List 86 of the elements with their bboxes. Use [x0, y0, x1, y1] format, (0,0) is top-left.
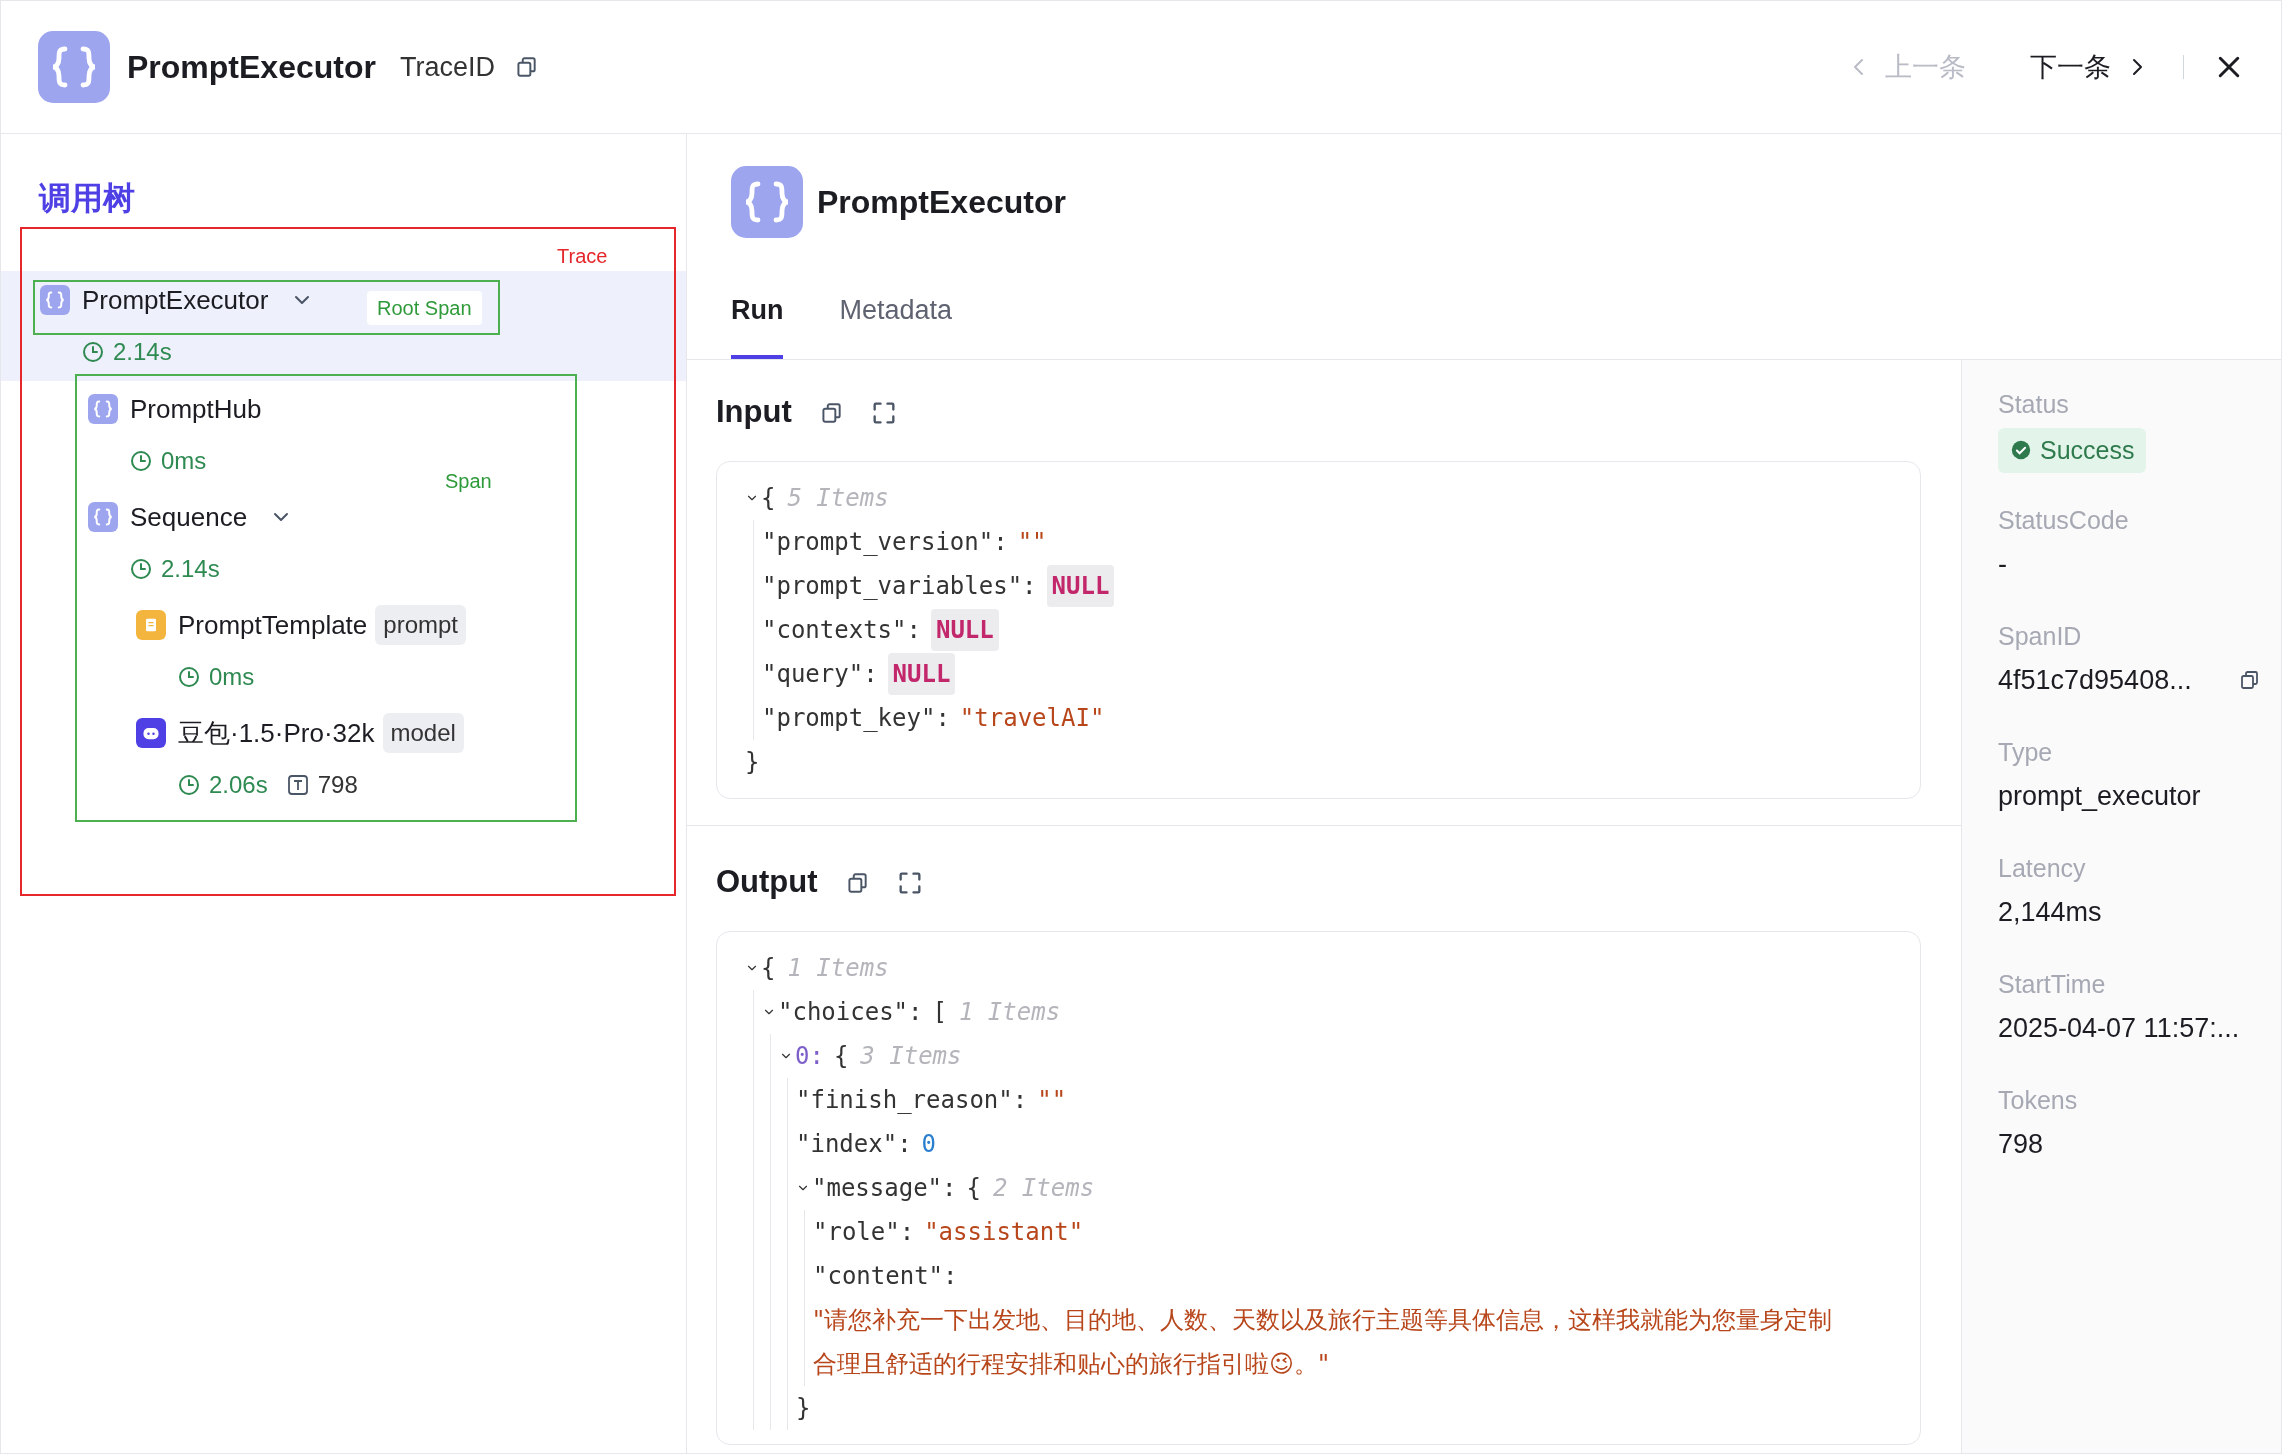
item-count: 3 Items: [860, 1040, 962, 1072]
tab[interactable]: Metadata: [839, 284, 953, 359]
type-tag: model: [382, 713, 464, 753]
window-title: PromptExecutor: [127, 48, 376, 87]
tree-node-label[interactable]: Sequence: [130, 497, 248, 537]
annotation-label: Trace: [557, 244, 608, 269]
field-value: 4f51c7d95408...: [1998, 663, 2192, 697]
item-count: 1 Items: [958, 996, 1061, 1028]
latency-value: 2.14s: [161, 554, 220, 584]
field-label: Status: [1998, 388, 2070, 420]
json-bracket: }: [796, 1392, 811, 1424]
field-label: StartTime: [1998, 968, 2107, 1000]
json-key: "prompt_version":: [762, 523, 1008, 560]
item-count: 2 Items: [992, 1172, 1095, 1204]
json-value: "": [1037, 1084, 1067, 1116]
tree-node-label[interactable]: PromptTemplate: [178, 605, 368, 645]
clock-icon: [129, 449, 153, 473]
braces-icon: [40, 285, 70, 315]
latency-value: 2.14s: [113, 337, 172, 367]
latency-value: 2.06s: [209, 770, 268, 800]
trace-id-label: TraceID: [399, 50, 495, 84]
tree-node-label[interactable]: PromptHub: [130, 389, 262, 429]
field-value: prompt_executor: [1998, 779, 2201, 813]
json-bracket: {: [833, 1040, 849, 1072]
json-key: "prompt_key":: [762, 699, 950, 736]
braces-icon: [731, 166, 803, 238]
field-label: Tokens: [1998, 1084, 2079, 1116]
json-key: "index":: [796, 1125, 912, 1162]
tree-node-label[interactable]: 豆包·1.5·Pro·32k: [178, 713, 375, 753]
section-title: Input: [716, 393, 792, 432]
clock-icon: [177, 773, 201, 797]
json-key: "role":: [813, 1213, 915, 1250]
tree-node-label[interactable]: PromptExecutor: [82, 280, 269, 320]
json-key: "message":: [812, 1169, 957, 1206]
json-bracket: {: [966, 1172, 981, 1204]
json-bracket: }: [745, 746, 760, 778]
json-key: "prompt_variables":: [762, 567, 1037, 604]
token-icon: [285, 773, 310, 797]
field-label: Type: [1998, 736, 2054, 768]
field-label: Latency: [1998, 852, 2087, 884]
detail-title: PromptExecutor: [817, 183, 1066, 222]
clock-icon: [129, 557, 153, 581]
json-value: 0: [921, 1128, 937, 1160]
json-key: "choices":: [778, 993, 923, 1030]
status-badge: Success: [1998, 427, 2147, 473]
field-value: 798: [1998, 1127, 2044, 1161]
json-bracket: {: [761, 952, 776, 984]
json-bracket: [: [932, 996, 947, 1028]
field-label: SpanID: [1998, 620, 2083, 652]
field-value: 2,144ms: [1998, 895, 2102, 929]
item-count: 1 Items: [787, 952, 889, 984]
braces-icon: [88, 502, 118, 532]
next-button[interactable]: 下一条: [2030, 46, 2149, 88]
robot-icon: [136, 718, 166, 748]
json-value: NULL: [887, 652, 956, 695]
clock-icon: [81, 340, 105, 364]
annotation-label: Span: [445, 469, 492, 494]
check-circle-icon: [2010, 439, 2032, 462]
field-label: StatusCode: [1998, 504, 2130, 536]
clock-icon: [177, 665, 201, 689]
json-key: "contexts":: [762, 611, 921, 648]
json-key: "content":: [813, 1257, 958, 1294]
latency-value: 0ms: [161, 446, 207, 476]
annotation-label: Root Span: [367, 291, 482, 325]
json-value: NULL: [930, 608, 999, 651]
json-value: "": [1017, 526, 1047, 558]
json-value: "assistant": [924, 1216, 1084, 1248]
field-value: 2025-04-07 11:57:...: [1998, 1011, 2240, 1045]
section-title: Output: [716, 863, 818, 902]
token-count: 798: [317, 770, 358, 800]
document-icon: [136, 610, 166, 640]
item-count: 5 Items: [787, 482, 889, 514]
panel-title: 调用树: [39, 179, 136, 218]
json-key: "query":: [762, 655, 878, 692]
json-bracket: {: [761, 482, 776, 514]
app-logo-icon: [38, 31, 110, 103]
braces-icon: [88, 394, 118, 424]
type-tag: prompt: [375, 605, 466, 645]
json-value: "travelAI": [959, 702, 1105, 734]
json-string-value: "请您补充一下出发地、目的地、人数、天数以及旅行主题等具体信息，这样我就能为您量身定制合理且舒适的行程安排和贴心的旅行指引啦😉。": [813, 1304, 1833, 1380]
tab[interactable]: Run: [731, 284, 784, 359]
field-value: -: [1998, 547, 2007, 581]
json-value: NULL: [1046, 564, 1115, 607]
latency-value: 0ms: [209, 662, 255, 692]
json-key: 0:: [795, 1037, 824, 1074]
json-key: "finish_reason":: [796, 1081, 1028, 1118]
